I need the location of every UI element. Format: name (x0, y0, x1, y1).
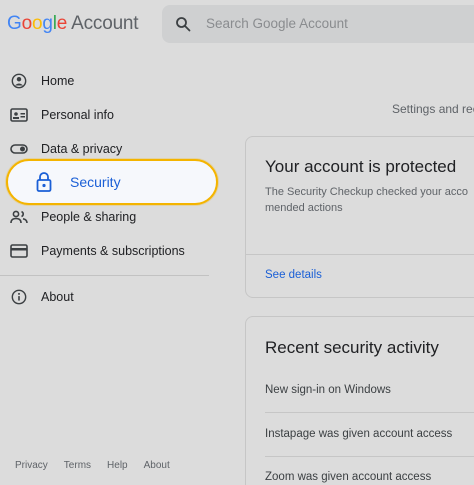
info-icon (11, 289, 27, 305)
sidebar-item-people-sharing[interactable]: People & sharing (0, 200, 215, 234)
lock-icon (36, 172, 52, 192)
card-title: Recent security activity (265, 338, 439, 357)
logo-product-name: Account (71, 13, 139, 34)
logo-letter: g (42, 13, 53, 34)
activity-row[interactable]: New sign-in on Windows (265, 384, 391, 396)
sidebar-item-label: Personal info (41, 108, 114, 122)
sidebar-item-label: Security (70, 174, 121, 190)
footer-link-help[interactable]: Help (107, 460, 128, 471)
activity-row[interactable]: Zoom was given account access (265, 471, 431, 483)
footer-link-about[interactable]: About (144, 460, 170, 471)
recent-security-activity-card: Recent security activity New sign-in on … (245, 316, 474, 485)
sidebar-item-label: Home (41, 74, 75, 88)
google-account-logo[interactable]: Google Account (7, 13, 139, 35)
settings-text: Settings and rec (392, 102, 474, 116)
account-protected-card: Your account is protected The Security C… (245, 136, 474, 298)
row-divider (265, 456, 474, 457)
logo-letter: o (31, 13, 43, 34)
card-divider (246, 254, 474, 255)
logo-letter: G (7, 13, 22, 34)
sidebar-item-payments[interactable]: Payments & subscriptions (0, 234, 215, 268)
sidebar-divider (0, 275, 209, 276)
sidebar-item-label: People & sharing (41, 210, 137, 224)
search-bar[interactable]: Search Google Account (162, 5, 474, 43)
search-input[interactable]: Search Google Account (206, 16, 348, 31)
sidebar-item-personal-info[interactable]: Personal info (0, 98, 215, 132)
toggle-icon (10, 144, 28, 154)
search-icon[interactable] (175, 16, 191, 32)
sidebar-item-about[interactable]: About (0, 280, 215, 314)
sidebar-item-label: Payments & subscriptions (41, 244, 185, 258)
sidebar-item-security[interactable]: Security (6, 159, 218, 205)
activity-row[interactable]: Instapage was given account access (265, 428, 452, 440)
row-divider (265, 412, 474, 413)
logo-letter: e (56, 13, 68, 34)
sidebar-item-home[interactable]: Home (0, 64, 215, 98)
people-icon (10, 210, 28, 224)
sidebar-footer: Privacy Terms Help About (15, 460, 186, 471)
sidebar-item-label: About (41, 290, 74, 304)
card-description: The Security Checkup checked your acco m… (265, 186, 468, 214)
logo-letter: o (21, 13, 33, 34)
person-circle-icon (11, 73, 27, 89)
credit-card-icon (10, 244, 28, 258)
see-details-link[interactable]: See details (265, 269, 322, 281)
card-title: Your account is protected (265, 157, 457, 176)
footer-link-privacy[interactable]: Privacy (15, 460, 48, 471)
id-card-icon (10, 108, 28, 122)
sidebar-item-label: Data & privacy (41, 142, 123, 156)
footer-link-terms[interactable]: Terms (64, 460, 91, 471)
